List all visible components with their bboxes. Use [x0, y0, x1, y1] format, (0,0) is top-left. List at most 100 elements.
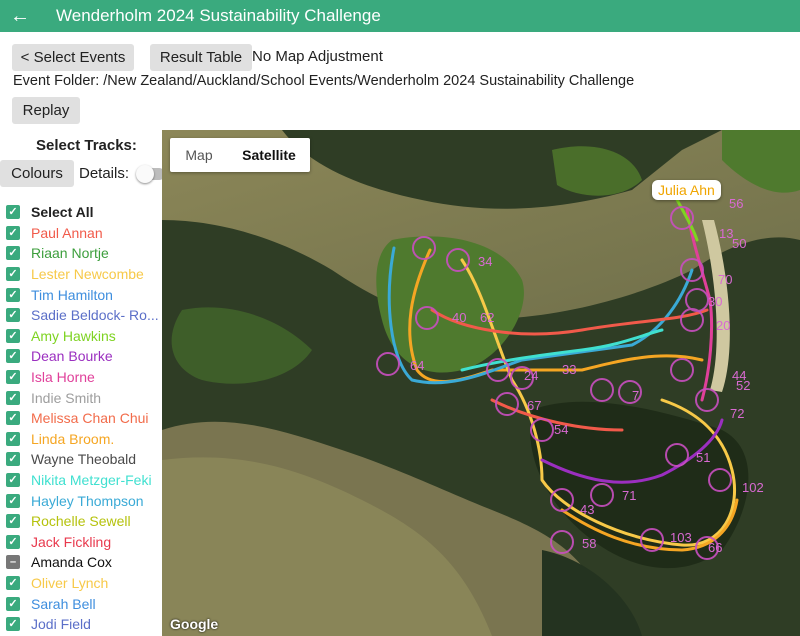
select-tracks-heading: Select Tracks:: [36, 137, 137, 154]
track-row[interactable]: ✓ Dean Bourke: [6, 346, 162, 367]
details-toggle-thumb[interactable]: [136, 165, 154, 183]
control-number: 66: [708, 540, 723, 555]
track-row[interactable]: – Amanda Cox: [6, 552, 162, 573]
track-row[interactable]: ✓ Nikita Metzger-Feki: [6, 470, 162, 491]
track-name: Paul Annan: [31, 224, 103, 241]
control-number: 71: [622, 488, 637, 503]
track-checkbox[interactable]: ✓: [6, 246, 20, 261]
track-checkbox[interactable]: ✓: [6, 473, 20, 488]
control-number: 52: [736, 378, 751, 393]
track-checkbox[interactable]: ✓: [6, 617, 20, 632]
track-row[interactable]: ✓ Wayne Theobald: [6, 449, 162, 470]
select-all-row[interactable]: ✓ Select All: [6, 202, 162, 223]
track-checkbox[interactable]: ✓: [6, 287, 20, 302]
map-view[interactable]: 56 13 50 34 70 30 20 64 33 24 44 52 72 54 51 71 102 43 58 1…: [162, 130, 800, 636]
track-row[interactable]: ✓ Isla Horne: [6, 367, 162, 388]
track-checkbox[interactable]: ✓: [6, 390, 20, 405]
track-name: Nikita Metzger-Feki: [31, 472, 152, 489]
control-number: 102: [742, 480, 764, 495]
page-title: Wenderholm 2024 Sustainability Challenge: [56, 6, 381, 25]
track-name: Rochelle Sewell: [31, 513, 131, 530]
track-name: Tim Hamilton: [31, 286, 113, 303]
track-row[interactable]: ✓ Rochelle Sewell: [6, 511, 162, 532]
track-name: Isla Horne: [31, 369, 95, 386]
track-name: Lester Newcombe: [31, 266, 144, 283]
track-row[interactable]: ✓ Linda Broom.: [6, 429, 162, 450]
track-checkbox[interactable]: ✓: [6, 411, 20, 426]
track-name: Dean Bourke: [31, 348, 113, 365]
track-checkbox[interactable]: ✓: [6, 534, 20, 549]
track-name: Amanda Cox: [31, 554, 112, 571]
track-row[interactable]: ✓ Indie Smith: [6, 387, 162, 408]
map-type-map-button[interactable]: Map: [170, 138, 228, 172]
back-arrow-icon[interactable]: ←: [0, 0, 40, 32]
track-checkbox[interactable]: ✓: [6, 596, 20, 611]
track-row[interactable]: ✓ Melissa Chan Chui: [6, 408, 162, 429]
control-number: 56: [729, 196, 744, 211]
track-row[interactable]: ✓ Sarah Bell: [6, 593, 162, 614]
track-row[interactable]: ✓ Sadie Beldock- Ro...: [6, 305, 162, 326]
track-checkbox[interactable]: ✓: [6, 575, 20, 590]
replay-button[interactable]: Replay: [12, 97, 80, 124]
track-name: Hayley Thompson: [31, 492, 144, 509]
select-all-label: Select All: [31, 204, 94, 221]
control-number: 34: [478, 254, 493, 269]
colours-button[interactable]: Colours: [0, 160, 74, 187]
track-checkbox[interactable]: ✓: [6, 267, 20, 282]
result-table-button[interactable]: Result Table: [150, 44, 252, 71]
select-events-button[interactable]: < Select Events: [12, 44, 134, 71]
control-number: 33: [562, 362, 577, 377]
track-checkbox[interactable]: ✓: [6, 452, 20, 467]
control-number: 67: [527, 398, 542, 413]
event-folder-path: Event Folder: /New Zealand/Auckland/Scho…: [13, 73, 635, 89]
control-number: 62: [480, 310, 495, 325]
track-checkbox[interactable]: ✓: [6, 349, 20, 364]
control-number: 70: [718, 272, 733, 287]
track-list: ✓ Select All ✓ Paul Annan ✓ Riaan Nortje ✓ Le…: [6, 202, 162, 634]
details-label: Details:: [79, 165, 130, 182]
track-checkbox[interactable]: ✓: [6, 514, 20, 529]
track-name: Riaan Nortje: [31, 245, 109, 262]
track-checkbox[interactable]: ✓: [6, 370, 20, 385]
control-number: 51: [696, 450, 711, 465]
track-row[interactable]: ✓ Lester Newcombe: [6, 264, 162, 285]
track-name: Melissa Chan Chui: [31, 410, 149, 427]
track-name: Jodi Field: [31, 616, 91, 633]
track-row[interactable]: ✓ Riaan Nortje: [6, 243, 162, 264]
track-checkbox[interactable]: –: [6, 555, 20, 570]
control-number: 64: [410, 358, 425, 373]
track-row[interactable]: ✓ Tim Hamilton: [6, 284, 162, 305]
track-row[interactable]: ✓ Oliver Lynch: [6, 573, 162, 594]
track-row[interactable]: ✓ Jack Fickling: [6, 532, 162, 553]
track-row[interactable]: ✓ Amy Hawkins: [6, 326, 162, 347]
track-name: Amy Hawkins: [31, 327, 116, 344]
track-row[interactable]: ✓ Paul Annan: [6, 223, 162, 244]
control-number: 50: [732, 236, 747, 251]
control-number: 24: [524, 368, 539, 383]
control-number: 20: [716, 318, 731, 333]
track-name: Sarah Bell: [31, 595, 96, 612]
satellite-imagery: [162, 130, 800, 636]
runner-tooltip: Julia Ahn: [652, 180, 721, 200]
track-name: Jack Fickling: [31, 533, 112, 550]
track-row[interactable]: ✓ Hayley Thompson: [6, 490, 162, 511]
track-name: Wayne Theobald: [31, 451, 137, 468]
control-number: 30: [708, 294, 723, 309]
map-type-satellite-button[interactable]: Satellite: [228, 138, 310, 172]
track-checkbox[interactable]: ✓: [6, 493, 20, 508]
track-row[interactable]: ✓ Jodi Field: [6, 614, 162, 635]
track-checkbox[interactable]: ✓: [6, 328, 20, 343]
control-number: 54: [554, 422, 569, 437]
track-checkbox[interactable]: ✓: [6, 308, 20, 323]
map-adjustment-status: No Map Adjustment: [252, 48, 383, 65]
track-name: Oliver Lynch: [31, 574, 109, 591]
track-checkbox[interactable]: ✓: [6, 431, 20, 446]
select-all-checkbox[interactable]: ✓: [6, 205, 20, 220]
control-number: 103: [670, 530, 692, 545]
track-name: Linda Broom.: [31, 430, 115, 447]
app-bar: ← Wenderholm 2024 Sustainability Challen…: [0, 0, 800, 32]
track-name: Indie Smith: [31, 389, 102, 406]
track-checkbox[interactable]: ✓: [6, 225, 20, 240]
control-number: 43: [580, 502, 595, 517]
track-name: Sadie Beldock- Ro...: [31, 307, 159, 324]
